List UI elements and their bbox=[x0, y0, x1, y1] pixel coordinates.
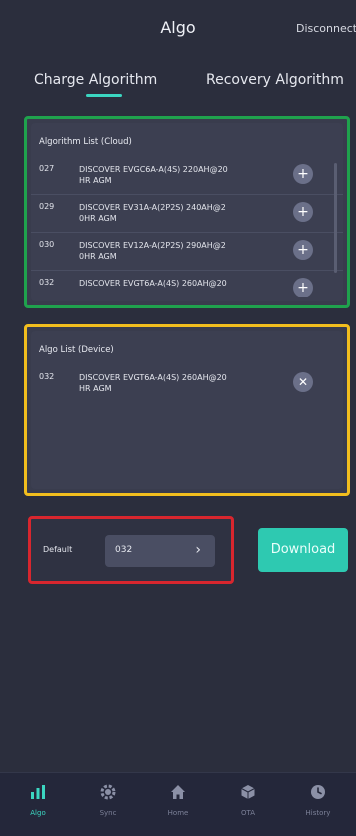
nav-item-algo[interactable]: Algo bbox=[8, 783, 68, 817]
active-tab-indicator bbox=[86, 94, 122, 97]
nav-label: Sync bbox=[99, 809, 117, 817]
algorithm-name: DISCOVER EV12A-A(2P2S) 290AH@2 0HR AGM bbox=[79, 241, 226, 261]
cloud-algorithm-panel: Algorithm List (Cloud) 027 DISCOVER EVGC… bbox=[24, 116, 350, 308]
tab-recovery-algorithm[interactable]: Recovery Algorithm bbox=[206, 72, 356, 88]
cloud-algorithm-panel-body: Algorithm List (Cloud) 027 DISCOVER EVGC… bbox=[31, 123, 343, 301]
device-algorithm-panel: Algo List (Device) 032 DISCOVER EVGT6A-A… bbox=[24, 324, 350, 496]
close-circle-icon[interactable]: ✕ bbox=[293, 372, 313, 392]
plus-circle-icon[interactable]: + bbox=[293, 164, 313, 184]
algorithm-name: DISCOVER EVGC6A-A(4S) 220AH@20 HR AGM bbox=[79, 165, 228, 185]
algorithm-name: DISCOVER EV31A-A(2P2S) 240AH@2 0HR AGM bbox=[79, 203, 226, 223]
algorithm-number: 032 bbox=[39, 372, 55, 381]
plus-circle-icon[interactable]: + bbox=[293, 202, 313, 222]
nav-label: History bbox=[305, 809, 331, 817]
algorithm-number: 027 bbox=[39, 164, 55, 173]
cube-icon bbox=[241, 785, 255, 799]
bottom-nav: Algo Sync Home OTA History bbox=[0, 772, 356, 836]
device-list-title: Algo List (Device) bbox=[39, 345, 114, 355]
nav-item-ota[interactable]: OTA bbox=[218, 783, 278, 817]
cloud-list-title: Algorithm List (Cloud) bbox=[39, 137, 132, 147]
plus-circle-icon[interactable]: + bbox=[293, 278, 313, 297]
plus-circle-icon[interactable]: + bbox=[293, 240, 313, 260]
cloud-list-scrollbar[interactable] bbox=[334, 163, 337, 273]
nav-label: Algo bbox=[30, 809, 46, 817]
chevron-right-icon: › bbox=[195, 542, 201, 558]
download-button[interactable]: Download bbox=[258, 528, 348, 572]
default-algorithm-select[interactable]: 032 › bbox=[105, 535, 215, 567]
device-algorithm-panel-body: Algo List (Device) 032 DISCOVER EVGT6A-A… bbox=[31, 331, 343, 489]
list-item: 030 DISCOVER EV12A-A(2P2S) 290AH@2 0HR A… bbox=[31, 233, 343, 271]
list-item: 027 DISCOVER EVGC6A-A(4S) 220AH@20 HR AG… bbox=[31, 157, 343, 195]
nav-item-home[interactable]: Home bbox=[148, 783, 208, 817]
list-item: 032 DISCOVER EVGT6A-A(4S) 260AH@20 + bbox=[31, 271, 343, 297]
nav-label: OTA bbox=[240, 809, 256, 817]
algorithm-tabs: Charge Algorithm Recovery Algorithm bbox=[0, 72, 356, 102]
algorithm-number: 030 bbox=[39, 240, 55, 249]
home-icon bbox=[171, 785, 185, 799]
algorithm-name: DISCOVER EVGT6A-A(4S) 260AH@20 HR AGM bbox=[79, 373, 227, 393]
clock-icon bbox=[311, 785, 325, 799]
default-algorithm-value: 032 bbox=[115, 545, 133, 555]
tab-charge-algorithm[interactable]: Charge Algorithm bbox=[34, 72, 157, 88]
cloud-algorithm-list[interactable]: 027 DISCOVER EVGC6A-A(4S) 220AH@20 HR AG… bbox=[31, 157, 343, 297]
list-item: 032 DISCOVER EVGT6A-A(4S) 260AH@20 HR AG… bbox=[31, 365, 343, 405]
nav-item-history[interactable]: History bbox=[288, 783, 348, 817]
list-item: 029 DISCOVER EV31A-A(2P2S) 240AH@2 0HR A… bbox=[31, 195, 343, 233]
nav-label: Home bbox=[167, 809, 189, 817]
algorithm-number: 032 bbox=[39, 278, 55, 287]
algorithm-name: DISCOVER EVGT6A-A(4S) 260AH@20 bbox=[79, 279, 227, 288]
disconnect-button[interactable]: Disconnect bbox=[296, 22, 356, 35]
default-algorithm-box: Default 032 › bbox=[28, 516, 234, 584]
default-label: Default bbox=[43, 545, 73, 554]
bar-chart-icon bbox=[31, 785, 45, 799]
algorithm-number: 029 bbox=[39, 202, 55, 211]
gear-icon bbox=[100, 784, 116, 800]
header: Algo Disconnect bbox=[0, 0, 356, 60]
nav-item-sync[interactable]: Sync bbox=[78, 783, 138, 817]
